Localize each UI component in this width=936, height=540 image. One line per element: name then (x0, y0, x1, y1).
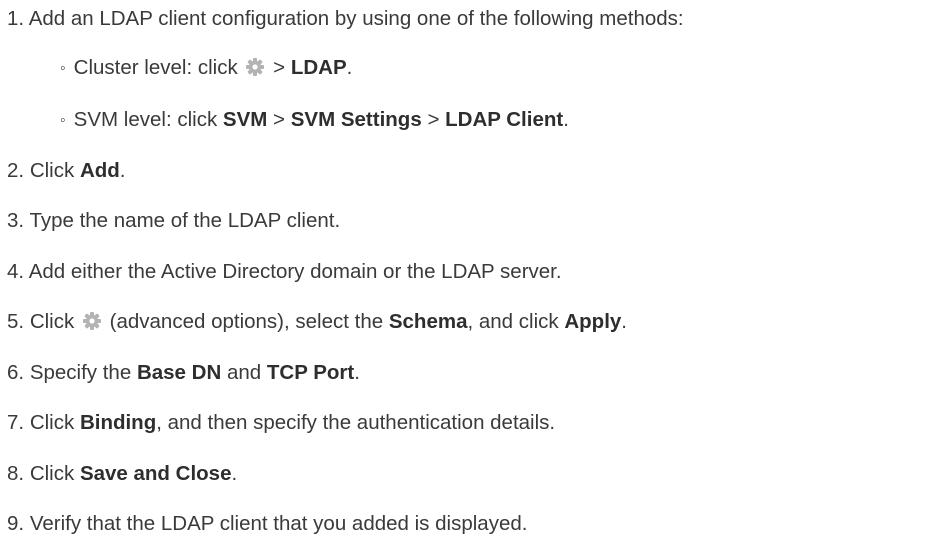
step-2: 2. Click Add. (7, 156, 126, 186)
ui-target-ldap-client: LDAP Client (445, 108, 564, 131)
step-number: 7. (7, 411, 25, 434)
period: . (119, 159, 126, 182)
ui-target-binding: Binding (79, 411, 157, 434)
ui-target-apply: Apply (564, 310, 622, 333)
step-5: 5. Click (advanced options), select the … (7, 307, 627, 337)
step-number: 4. (7, 260, 25, 283)
step-lead: Click (29, 159, 75, 182)
step-6: 6. Specify the Base DN and TCP Port. (7, 358, 360, 388)
period: . (354, 361, 360, 384)
gear-icon (246, 58, 265, 76)
step-number: 5. (7, 310, 25, 333)
bullet: ◦ (60, 112, 66, 129)
step-1: 1. Add an LDAP client configuration by u… (7, 4, 684, 34)
separator: > (273, 108, 286, 131)
step-number: 8. (7, 462, 25, 485)
step-text: Add an LDAP client configuration by usin… (28, 7, 684, 30)
step-9: 9. Verify that the LDAP client that you … (7, 509, 527, 539)
step-text: Verify that the LDAP client that you add… (29, 512, 528, 535)
step-mid: , and then specify the authentication de… (156, 411, 556, 434)
ui-target-base-dn: Base DN (136, 361, 222, 384)
ui-target-svm-settings: SVM Settings (290, 108, 422, 131)
period: . (621, 310, 627, 333)
substep-svm-level: ◦ SVM level: click SVM > SVM Settings > L… (60, 105, 569, 135)
period: . (231, 462, 238, 485)
substep-lead: Cluster level: click (73, 56, 238, 79)
period: . (563, 108, 569, 131)
step-mid: (advanced options), select the (109, 310, 384, 333)
step-7: 7. Click Binding, and then specify the a… (7, 408, 555, 438)
step-number: 9. (7, 512, 25, 535)
gear-icon (82, 312, 101, 330)
period: . (346, 56, 353, 79)
step-number: 1. (7, 7, 25, 30)
ui-target-tcp-port: TCP Port (266, 361, 355, 384)
step-lead: Specify the (29, 361, 132, 384)
ui-target-schema: Schema (388, 310, 468, 333)
step-text: Add either the Active Directory domain o… (28, 260, 562, 283)
separator: > (427, 108, 440, 131)
ui-target-save-and-close: Save and Close (79, 462, 232, 485)
step-8: 8. Click Save and Close. (7, 459, 237, 489)
step-3: 3. Type the name of the LDAP client. (7, 206, 340, 236)
ui-target-add: Add (79, 159, 120, 182)
step-number: 2. (7, 159, 25, 182)
step-text: Type the name of the LDAP client. (29, 209, 341, 232)
step-number: 3. (7, 209, 25, 232)
step-lead: Click (29, 411, 75, 434)
step-lead: Click (29, 462, 75, 485)
substep-lead: SVM level: click (73, 108, 218, 131)
step-4: 4. Add either the Active Directory domai… (7, 257, 562, 287)
step-lead: Click (29, 310, 75, 333)
bullet: ◦ (60, 60, 66, 77)
step-number: 6. (7, 361, 25, 384)
substep-cluster-level: ◦ Cluster level: click > LDAP. (60, 53, 352, 83)
step-mid: , and click (467, 310, 559, 333)
separator: > (273, 56, 286, 79)
procedure-document: 1. Add an LDAP client configuration by u… (0, 0, 936, 540)
ui-target-ldap: LDAP (290, 56, 347, 79)
step-mid: and (226, 361, 262, 384)
ui-target-svm: SVM (222, 108, 268, 131)
